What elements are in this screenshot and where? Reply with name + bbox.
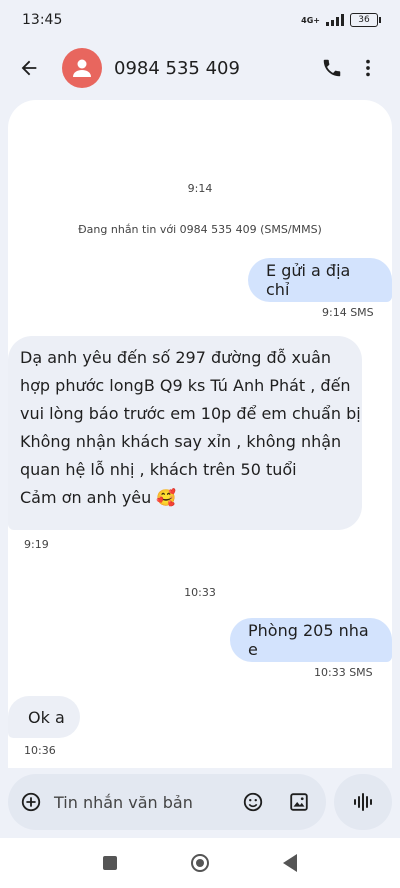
voice-icon <box>354 793 372 811</box>
message-line: quan hệ lỗ nhị , khách trên 50 tuổi <box>20 460 297 479</box>
battery-icon: 36 <box>350 13 381 27</box>
message-meta: 9:14 SMS <box>322 306 374 319</box>
status-bar: 13:45 4G+ 36 <box>0 0 400 40</box>
timestamp: 10:33 <box>184 586 216 599</box>
message-line: Dạ anh yêu đến số 297 đường đỗ xuân <box>20 348 332 367</box>
message-time: 9:19 <box>24 538 49 551</box>
conversation-info: Đang nhắn tin với 0984 535 409 (SMS/MMS) <box>78 223 322 236</box>
message-line: Cảm ơn anh yêu 🥰 <box>20 488 177 507</box>
contact-avatar[interactable] <box>62 48 102 88</box>
home-icon[interactable] <box>191 854 209 872</box>
incoming-message[interactable]: Ok a <box>8 696 80 738</box>
contact-name[interactable]: 0984 535 409 <box>114 58 314 79</box>
message-text: Phòng 205 nha e <box>248 621 369 659</box>
message-composer[interactable]: Tin nhắn văn bản <box>8 774 326 830</box>
status-icons: 4G+ 36 <box>301 13 381 27</box>
nav-back-icon[interactable] <box>283 854 297 872</box>
emoji-icon[interactable] <box>242 791 264 813</box>
phone-icon <box>323 59 341 77</box>
app-bar: 0984 535 409 <box>0 40 400 96</box>
message-input[interactable]: Tin nhắn văn bản <box>54 793 242 812</box>
message-line: hợp phước longB Q9 ks Tú Anh Phát , đến <box>20 376 351 395</box>
back-button[interactable] <box>14 53 44 83</box>
message-text: E gửi a địa chỉ <box>266 261 351 299</box>
person-avatar-icon <box>73 59 91 77</box>
timestamp: 9:14 <box>187 182 213 195</box>
call-button[interactable] <box>314 50 350 86</box>
status-time: 13:45 <box>22 12 63 28</box>
network-label: 4G+ <box>301 15 320 25</box>
message-text: Ok a <box>28 707 65 727</box>
conversation-panel[interactable]: 9:14 Đang nhắn tin với 0984 535 409 (SMS… <box>8 100 392 768</box>
more-vert-icon <box>366 59 370 77</box>
message-time: 10:36 <box>24 744 56 757</box>
message-line: Không nhận khách say xỉn , không nhận <box>20 432 342 451</box>
outgoing-message[interactable]: E gửi a địa chỉ <box>248 258 392 302</box>
incoming-message[interactable]: Dạ anh yêu đến số 297 đường đỗ xuân hợp … <box>8 336 362 530</box>
recents-icon[interactable] <box>103 856 117 870</box>
signal-icon <box>326 14 344 26</box>
outgoing-message[interactable]: Phòng 205 nha e <box>230 618 392 662</box>
gallery-icon[interactable] <box>288 791 310 813</box>
more-options-button[interactable] <box>350 50 386 86</box>
system-nav-bar <box>0 838 400 888</box>
add-circle-icon[interactable] <box>20 791 42 813</box>
message-line: vui lòng báo trước em 10p để em chuẩn bị <box>20 404 361 423</box>
battery-level: 36 <box>358 15 370 25</box>
voice-message-button[interactable] <box>334 774 392 830</box>
message-meta: 10:33 SMS <box>314 666 373 679</box>
back-arrow-icon <box>21 60 37 76</box>
